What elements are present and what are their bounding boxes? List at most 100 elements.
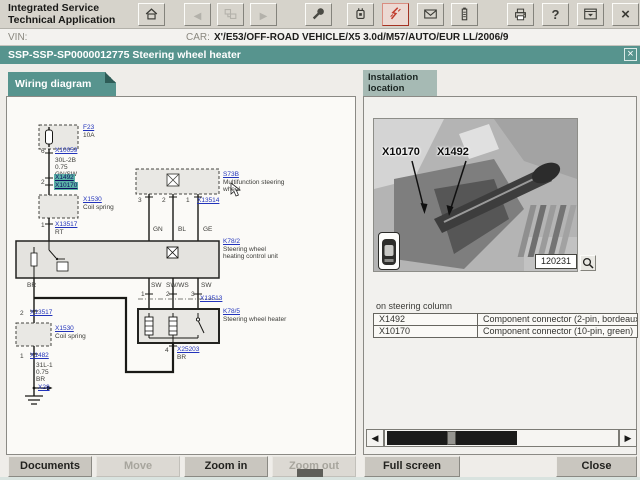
scrollbar-track[interactable] bbox=[384, 429, 619, 447]
help-button[interactable]: ? bbox=[542, 3, 569, 26]
app-title-line2: Technical Application bbox=[8, 15, 115, 27]
scroll-right-button[interactable]: ▶ bbox=[619, 429, 637, 447]
app-title-line1: Integrated Service bbox=[8, 3, 115, 15]
control-unit-label: heating control unit bbox=[223, 253, 278, 260]
zoom-in-button[interactable]: Zoom in bbox=[184, 456, 268, 477]
envelope-icon bbox=[422, 6, 439, 22]
wire-label: RT bbox=[55, 229, 64, 236]
coil-spring-label: Coil spring bbox=[83, 204, 114, 211]
photo-connector-label: X10170 bbox=[382, 146, 420, 158]
wire-color: GN bbox=[153, 226, 163, 233]
pin-number: 3 bbox=[191, 291, 195, 298]
heater-link[interactable]: K78/5 bbox=[223, 308, 240, 315]
session-icon bbox=[222, 6, 239, 22]
car-value: X'/E53/OFF-ROAD VEHICLE/X5 3.0d/M57/AUTO… bbox=[214, 32, 509, 43]
close-icon: × bbox=[621, 6, 630, 23]
close-app-button[interactable]: × bbox=[612, 3, 639, 26]
wire-color: GE bbox=[203, 226, 212, 233]
wire-color: SW/WS bbox=[166, 282, 189, 289]
forward-button[interactable]: ▶ bbox=[250, 3, 277, 26]
tab-wiring-diagram[interactable]: Wiring diagram bbox=[8, 72, 116, 96]
battery-button[interactable] bbox=[451, 3, 478, 26]
car-position-icon bbox=[378, 232, 400, 270]
plug-icon bbox=[352, 6, 369, 22]
identification-bar: VIN: CAR: X'/E53/OFF-ROAD VEHICLE/X5 3.0… bbox=[0, 29, 640, 46]
connector-link-highlighted[interactable]: X1492 bbox=[54, 174, 75, 182]
connector-link-highlighted[interactable]: X10170 bbox=[54, 182, 78, 190]
coil-spring-link[interactable]: X1530 bbox=[55, 325, 74, 332]
wire-color: BR bbox=[27, 282, 36, 289]
tab-installation-line2: location bbox=[368, 83, 437, 94]
app-title: Integrated Service Technical Application bbox=[8, 3, 115, 26]
connector-link[interactable]: X13513 bbox=[200, 295, 222, 302]
document-title-bar: SSP-SSP-SP0000012775 Steering wheel heat… bbox=[0, 46, 640, 64]
ista-window: Integrated Service Technical Application… bbox=[0, 0, 640, 480]
pin-number: 1 bbox=[186, 197, 190, 204]
wire-label: 30L-2B bbox=[55, 157, 76, 164]
fuse-rating: 10A bbox=[83, 132, 95, 139]
battery-icon bbox=[456, 6, 473, 22]
documents-button[interactable]: Documents bbox=[8, 456, 92, 477]
pin-number: 2 bbox=[162, 197, 166, 204]
coil-spring-link[interactable]: X1530 bbox=[83, 196, 102, 203]
pin-number: 1 bbox=[141, 291, 145, 298]
scroll-right-icon: ▶ bbox=[625, 433, 632, 443]
window-select-icon bbox=[582, 6, 599, 22]
back-button[interactable]: ◀ bbox=[184, 3, 211, 26]
connector-desc-cell: Component connector (10-pin, green) bbox=[477, 325, 638, 338]
close-button[interactable]: Close bbox=[556, 456, 637, 477]
tab-installation-location[interactable]: Installation location bbox=[363, 70, 437, 96]
printer-icon bbox=[512, 6, 529, 22]
connector-link[interactable]: X13517 bbox=[55, 221, 77, 228]
connector-link[interactable]: X25203 bbox=[177, 346, 199, 353]
connector-link[interactable]: X10059 bbox=[55, 147, 77, 154]
pin-number: 3 bbox=[138, 197, 142, 204]
full-screen-button[interactable]: Full screen bbox=[364, 456, 460, 477]
installation-photo bbox=[373, 118, 578, 272]
wire-label: 31L-1 bbox=[36, 362, 53, 369]
tab-installation-line1: Installation bbox=[368, 72, 437, 83]
messages-button[interactable] bbox=[417, 3, 444, 26]
connector-id-cell: X10170 bbox=[373, 325, 478, 338]
car-label: CAR: bbox=[186, 32, 210, 43]
image-number-badge: 120231 bbox=[535, 254, 577, 269]
window-select-button[interactable] bbox=[577, 3, 604, 26]
close-icon: × bbox=[627, 48, 633, 60]
document-close-button[interactable]: × bbox=[624, 48, 637, 61]
mfl-link[interactable]: S73B bbox=[223, 171, 239, 178]
magnifier-icon bbox=[581, 256, 595, 270]
devices-button[interactable] bbox=[347, 3, 374, 26]
wrench-icon bbox=[310, 6, 327, 22]
fuse-link[interactable]: F23 bbox=[83, 124, 94, 131]
home-icon bbox=[143, 6, 160, 22]
connection-status-button[interactable] bbox=[382, 3, 409, 26]
pin-number: 1 bbox=[20, 353, 24, 360]
magnify-button[interactable] bbox=[580, 255, 596, 271]
connector-link[interactable]: X13514 bbox=[197, 197, 219, 204]
wire-label: 0.75 bbox=[55, 164, 68, 171]
scroll-left-button[interactable]: ◀ bbox=[366, 429, 384, 447]
control-unit-link[interactable]: K78/2 bbox=[223, 238, 240, 245]
connector-link[interactable]: X13517 bbox=[30, 309, 52, 316]
home-button[interactable] bbox=[138, 3, 165, 26]
wiring-diagram-panel: F23 10A 6 X10059 30L-2B 0.75 GN/SW 2 X14… bbox=[6, 96, 356, 455]
mfl-label: Multifunction steering bbox=[223, 179, 284, 186]
print-button[interactable] bbox=[507, 3, 534, 26]
pin-number: 1 bbox=[41, 222, 45, 229]
session-button[interactable] bbox=[217, 3, 244, 26]
scroll-left-icon: ◀ bbox=[372, 433, 379, 443]
pin-number: 2 bbox=[166, 291, 170, 298]
pin-number: 4 bbox=[165, 347, 169, 354]
connector-link[interactable]: X1482 bbox=[30, 352, 49, 359]
settings-button[interactable] bbox=[305, 3, 332, 26]
coil-spring-label: Coil spring bbox=[55, 333, 86, 340]
ground-link[interactable]: X28 bbox=[38, 384, 50, 391]
scrollbar-handle[interactable] bbox=[447, 431, 456, 445]
wire-color: BR bbox=[177, 354, 186, 361]
back-icon: ◀ bbox=[194, 11, 202, 22]
steering-column-photo-graphic bbox=[374, 119, 577, 271]
pin-number: 2 bbox=[41, 179, 45, 186]
wire-label: 0.75 bbox=[36, 369, 49, 376]
control-unit-label: Steering wheel bbox=[223, 246, 266, 253]
move-button[interactable]: Move bbox=[96, 456, 180, 477]
